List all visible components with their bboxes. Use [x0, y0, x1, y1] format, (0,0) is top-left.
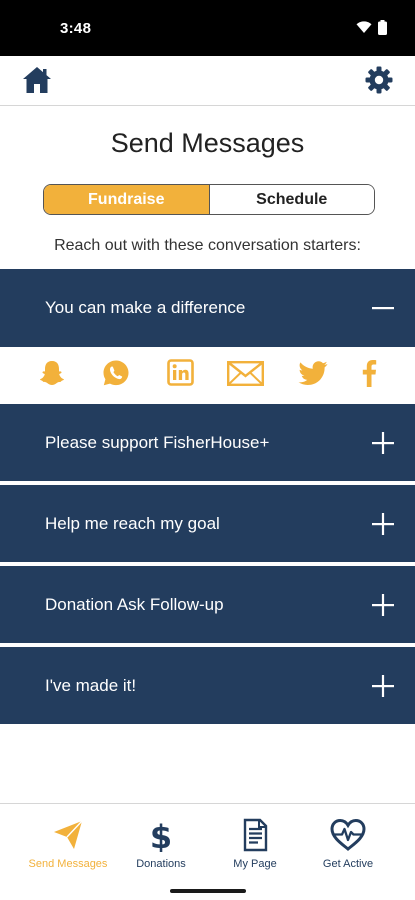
snapchat-icon[interactable] [38, 359, 66, 387]
starter-label: I've made it! [45, 676, 137, 695]
starter-item-make-difference[interactable]: You can make a difference [0, 269, 415, 347]
nav-send-messages[interactable]: Send Messages [18, 818, 118, 870]
status-time: 3:48 [60, 20, 92, 37]
settings-button[interactable] [365, 66, 393, 94]
page-title: Send Messages [110, 128, 305, 158]
starter-label: Help me reach my goal [45, 514, 220, 533]
facebook-icon[interactable] [361, 359, 377, 387]
starter-item-support-fisherhouse[interactable]: Please support FisherHouse+ [0, 404, 415, 481]
nav-label: Donations [136, 858, 186, 870]
starter-item-made-it[interactable]: I've made it! [0, 647, 415, 724]
share-icons-row [0, 347, 415, 403]
nav-label: My Page [233, 858, 277, 870]
home-indicator [170, 889, 246, 893]
segmented-control: Fundraise Schedule [43, 184, 375, 215]
conversation-starters-subtitle: Reach out with these conversation starte… [54, 237, 361, 254]
twitter-icon[interactable] [298, 361, 328, 386]
expand-plus-icon[interactable] [371, 593, 395, 617]
nav-donations[interactable]: $ Donations [111, 818, 211, 870]
tab-fundraise[interactable]: Fundraise [44, 185, 210, 214]
gear-icon [365, 66, 393, 94]
collapse-minus-icon[interactable] [371, 296, 395, 320]
expand-plus-icon[interactable] [371, 431, 395, 455]
starter-item-reach-goal[interactable]: Help me reach my goal [0, 485, 415, 562]
linkedin-icon[interactable] [167, 359, 194, 386]
nav-get-active[interactable]: Get Active [298, 818, 398, 870]
status-bar: 3:48 [0, 0, 415, 56]
expand-plus-icon[interactable] [371, 512, 395, 536]
starter-label: Please support FisherHouse+ [45, 433, 270, 452]
paper-plane-icon [54, 820, 83, 849]
wifi-icon [356, 21, 372, 33]
tab-schedule[interactable]: Schedule [209, 185, 374, 214]
expand-plus-icon[interactable] [371, 674, 395, 698]
nav-my-page[interactable]: My Page [205, 818, 305, 870]
whatsapp-icon[interactable] [102, 359, 130, 387]
svg-text:$: $ [150, 818, 172, 852]
bottom-nav: Send Messages $ Donations My Page Get Ac… [0, 803, 415, 900]
document-icon [243, 818, 268, 852]
starter-label: You can make a difference [45, 298, 246, 317]
battery-icon [378, 20, 387, 35]
home-icon [23, 67, 51, 93]
nav-label: Get Active [322, 858, 374, 870]
heart-pulse-icon [330, 818, 366, 851]
starter-label: Donation Ask Follow-up [45, 595, 224, 614]
home-button[interactable] [22, 66, 52, 94]
status-icons [356, 20, 387, 35]
starter-item-donation-follow-up[interactable]: Donation Ask Follow-up [0, 566, 415, 643]
email-icon[interactable] [227, 361, 264, 386]
dollar-icon: $ [150, 818, 172, 852]
nav-label: Send Messages [28, 858, 108, 870]
top-nav [0, 56, 415, 106]
